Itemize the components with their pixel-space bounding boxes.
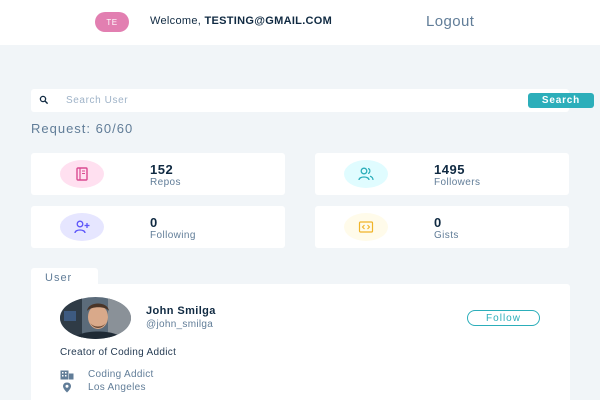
search-icon <box>39 95 49 105</box>
repos-label: Repos <box>150 177 181 188</box>
location-row: Los Angeles <box>60 382 146 393</box>
request-counter: Request: 60/60 <box>31 121 134 136</box>
building-icon <box>60 370 74 380</box>
navbar: TE Welcome, TESTING@GMAIL.COM Logout <box>0 0 600 45</box>
code-icon <box>344 213 388 241</box>
user-name: John Smilga <box>146 305 216 317</box>
profile-avatar <box>60 297 131 339</box>
repos-count: 152 <box>150 162 174 177</box>
user-card: John Smilga @john_smilga Follow Creator … <box>31 284 570 400</box>
user-location: Los Angeles <box>88 382 146 393</box>
welcome-text: Welcome, TESTING@GMAIL.COM <box>150 15 332 27</box>
gists-count: 0 <box>434 215 442 230</box>
user-plus-icon <box>60 213 104 241</box>
search-bar: Search <box>31 89 594 112</box>
stat-card-following: 0 Following <box>31 206 285 248</box>
following-count: 0 <box>150 215 158 230</box>
gists-label: Gists <box>434 230 459 241</box>
logout-button[interactable]: Logout <box>426 13 474 30</box>
user-bio: Creator of Coding Addict <box>60 347 177 358</box>
stat-card-followers: 1495 Followers <box>315 153 569 195</box>
search-input[interactable] <box>66 92 486 109</box>
stat-card-repos: 152 Repos <box>31 153 285 195</box>
users-icon <box>344 160 388 188</box>
welcome-prefix: Welcome, <box>150 15 205 27</box>
search-button[interactable]: Search <box>528 93 594 108</box>
location-pin-icon <box>60 382 74 393</box>
following-label: Following <box>150 230 196 241</box>
followers-label: Followers <box>434 177 481 188</box>
stat-card-gists: 0 Gists <box>315 206 569 248</box>
user-handle: @john_smilga <box>146 319 214 330</box>
user-company: Coding Addict <box>88 369 154 380</box>
user-email: TESTING@GMAIL.COM <box>204 15 333 27</box>
follow-button[interactable]: Follow <box>467 310 540 326</box>
user-avatar: TE <box>95 12 129 32</box>
book-icon <box>60 160 104 188</box>
followers-count: 1495 <box>434 162 465 177</box>
company-row: Coding Addict <box>60 369 154 380</box>
